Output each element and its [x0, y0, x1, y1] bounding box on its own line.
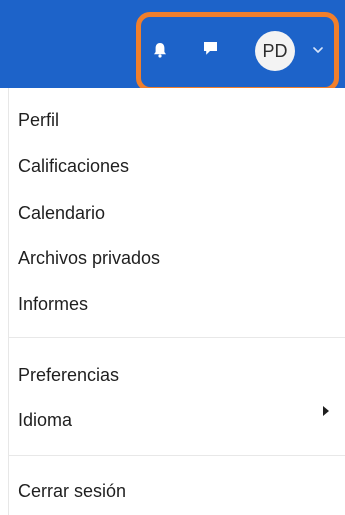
chevron-down-icon[interactable] — [313, 46, 323, 54]
avatar[interactable]: PD — [255, 31, 295, 71]
menu-item-calificaciones[interactable]: Calificaciones — [18, 155, 129, 177]
menu-item-perfil[interactable]: Perfil — [18, 109, 59, 131]
menu-divider — [8, 337, 345, 338]
menu-item-calendario[interactable]: Calendario — [18, 202, 105, 224]
chat-icon[interactable] — [203, 41, 218, 56]
menu-item-cerrar-sesion[interactable]: Cerrar sesión — [18, 480, 126, 502]
menu-item-preferencias[interactable]: Preferencias — [18, 364, 119, 386]
menu-item-archivos-privados[interactable]: Archivos privados — [18, 247, 160, 269]
menu-item-idioma[interactable]: Idioma — [18, 409, 72, 431]
menu-item-informes[interactable]: Informes — [18, 293, 88, 315]
bell-icon[interactable] — [153, 42, 167, 58]
menu-divider — [8, 455, 345, 456]
caret-right-icon[interactable] — [322, 405, 330, 417]
